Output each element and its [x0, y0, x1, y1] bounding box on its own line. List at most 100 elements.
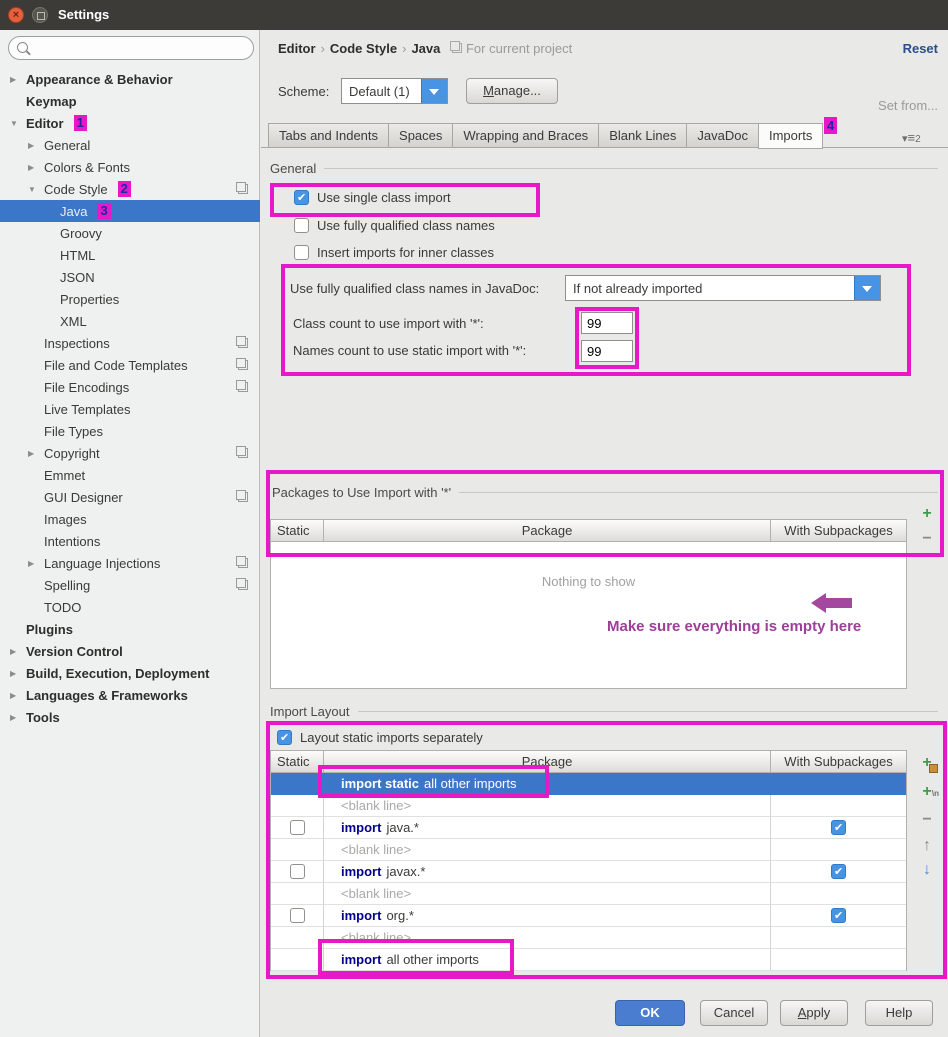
set-from-link[interactable]: Set from... — [878, 98, 938, 113]
table-row[interactable]: <blank line> — [271, 883, 906, 905]
checkbox-icon[interactable] — [290, 820, 305, 835]
static-cell[interactable] — [271, 905, 324, 927]
sidebar-item[interactable]: GUI Designer — [0, 486, 260, 508]
checkbox-icon[interactable] — [831, 908, 846, 923]
sidebar-item[interactable]: Intentions — [0, 530, 260, 552]
static-cell[interactable] — [271, 817, 324, 839]
subpackages-cell[interactable] — [771, 927, 906, 949]
column-header-static[interactable]: Static — [271, 751, 324, 773]
checkbox-use-single-class-import[interactable]: Use single class import — [294, 190, 451, 205]
help-button[interactable]: Help — [865, 1000, 933, 1026]
expand-arrow-icon[interactable] — [28, 185, 44, 194]
add-blank-line-icon[interactable]: +\n — [916, 782, 938, 804]
search-input[interactable] — [35, 39, 249, 59]
breadcrumb-code-style[interactable]: Code Style — [330, 41, 397, 56]
static-cell[interactable] — [271, 795, 324, 817]
subpackages-cell[interactable] — [771, 839, 906, 861]
checkbox-icon[interactable] — [831, 820, 846, 835]
checkbox-icon[interactable] — [294, 218, 309, 233]
expand-arrow-icon[interactable] — [28, 163, 44, 172]
table-row[interactable]: <blank line> — [271, 839, 906, 861]
sidebar-item[interactable]: Keymap — [0, 90, 260, 112]
column-header-package[interactable]: Package — [324, 520, 771, 542]
subpackages-cell[interactable] — [771, 773, 906, 795]
add-package-icon[interactable]: + — [916, 753, 938, 775]
sidebar-item[interactable]: XML — [0, 310, 260, 332]
expand-arrow-icon[interactable] — [10, 691, 26, 700]
cancel-button[interactable]: Cancel — [700, 1000, 768, 1026]
ok-button[interactable]: OK — [615, 1000, 685, 1026]
table-row[interactable]: importjavax.* — [271, 861, 906, 883]
sidebar-item[interactable]: Copyright — [0, 442, 260, 464]
tab[interactable]: Wrapping and Braces — [452, 123, 598, 148]
sidebar-item[interactable]: General — [0, 134, 260, 156]
close-icon[interactable]: × — [8, 7, 24, 23]
sidebar-item[interactable]: JSON — [0, 266, 260, 288]
subpackages-cell[interactable] — [771, 817, 906, 839]
sidebar-item[interactable]: Live Templates — [0, 398, 260, 420]
package-cell[interactable]: <blank line> — [324, 883, 771, 905]
checkbox-icon[interactable] — [294, 245, 309, 260]
expand-arrow-icon[interactable] — [28, 141, 44, 150]
remove-icon[interactable]: − — [916, 810, 938, 832]
subpackages-cell[interactable] — [771, 861, 906, 883]
checkbox-insert-imports-inner-classes[interactable]: Insert imports for inner classes — [294, 245, 494, 260]
sidebar-item[interactable]: Appearance & Behavior — [0, 68, 260, 90]
table-row[interactable]: import staticall other imports — [271, 773, 906, 795]
package-cell[interactable]: importjavax.* — [324, 861, 771, 883]
sidebar-item[interactable]: Build, Execution, Deployment — [0, 662, 260, 684]
sidebar-item[interactable]: HTML — [0, 244, 260, 266]
maximize-icon[interactable] — [32, 7, 48, 23]
sidebar-item[interactable]: File Encodings — [0, 376, 260, 398]
move-down-icon[interactable]: ↓ — [916, 860, 938, 882]
package-cell[interactable]: importorg.* — [324, 905, 771, 927]
column-header-static[interactable]: Static — [271, 520, 324, 542]
sidebar-item[interactable]: Emmet — [0, 464, 260, 486]
chevron-down-icon[interactable] — [854, 276, 880, 300]
sidebar-item[interactable]: Spelling — [0, 574, 260, 596]
sidebar-item[interactable]: Plugins — [0, 618, 260, 640]
package-cell[interactable]: import staticall other imports — [324, 773, 771, 795]
sidebar-item[interactable]: File Types — [0, 420, 260, 442]
add-icon[interactable]: + — [916, 504, 938, 526]
static-cell[interactable] — [271, 883, 324, 905]
table-row[interactable]: importorg.* — [271, 905, 906, 927]
column-header-subpackages[interactable]: With Subpackages — [771, 751, 906, 773]
sidebar-item[interactable]: Colors & Fonts — [0, 156, 260, 178]
sidebar-item[interactable]: Languages & Frameworks — [0, 684, 260, 706]
column-header-subpackages[interactable]: With Subpackages — [771, 520, 906, 542]
package-cell[interactable]: importall other imports — [324, 949, 771, 971]
class-count-input[interactable] — [581, 312, 633, 334]
sidebar-item[interactable]: Language Injections — [0, 552, 260, 574]
static-cell[interactable] — [271, 949, 324, 971]
javadoc-dropdown[interactable]: If not already imported — [565, 275, 881, 301]
names-count-input[interactable] — [581, 340, 633, 362]
subpackages-cell[interactable] — [771, 949, 906, 971]
tab[interactable]: Imports — [758, 123, 823, 149]
table-row[interactable]: importall other imports — [271, 949, 906, 971]
move-up-icon[interactable]: ↑ — [916, 836, 938, 858]
checkbox-icon[interactable] — [831, 864, 846, 879]
search-box[interactable] — [8, 36, 254, 60]
expand-arrow-icon[interactable] — [10, 647, 26, 656]
sidebar-item[interactable]: Images — [0, 508, 260, 530]
package-cell[interactable]: <blank line> — [324, 927, 771, 949]
checkbox-icon[interactable] — [290, 864, 305, 879]
table-row[interactable]: <blank line> — [271, 927, 906, 949]
expand-arrow-icon[interactable] — [28, 559, 44, 568]
expand-arrow-icon[interactable] — [10, 669, 26, 678]
table-row[interactable]: <blank line> — [271, 795, 906, 817]
sidebar-item[interactable]: Tools — [0, 706, 260, 728]
apply-button[interactable]: Apply — [780, 1000, 848, 1026]
static-cell[interactable] — [271, 839, 324, 861]
expand-arrow-icon[interactable] — [10, 119, 26, 128]
tab[interactable]: Spaces — [388, 123, 452, 148]
expand-arrow-icon[interactable] — [10, 713, 26, 722]
checkbox-use-fully-qualified-names[interactable]: Use fully qualified class names — [294, 218, 495, 233]
table-row[interactable]: importjava.* — [271, 817, 906, 839]
subpackages-cell[interactable] — [771, 795, 906, 817]
reset-link[interactable]: Reset — [903, 41, 938, 56]
hidden-tabs-icon[interactable]: ▾≡2 — [902, 130, 921, 145]
checkbox-icon[interactable] — [294, 190, 309, 205]
sidebar-item[interactable]: Java 3 — [0, 200, 260, 222]
